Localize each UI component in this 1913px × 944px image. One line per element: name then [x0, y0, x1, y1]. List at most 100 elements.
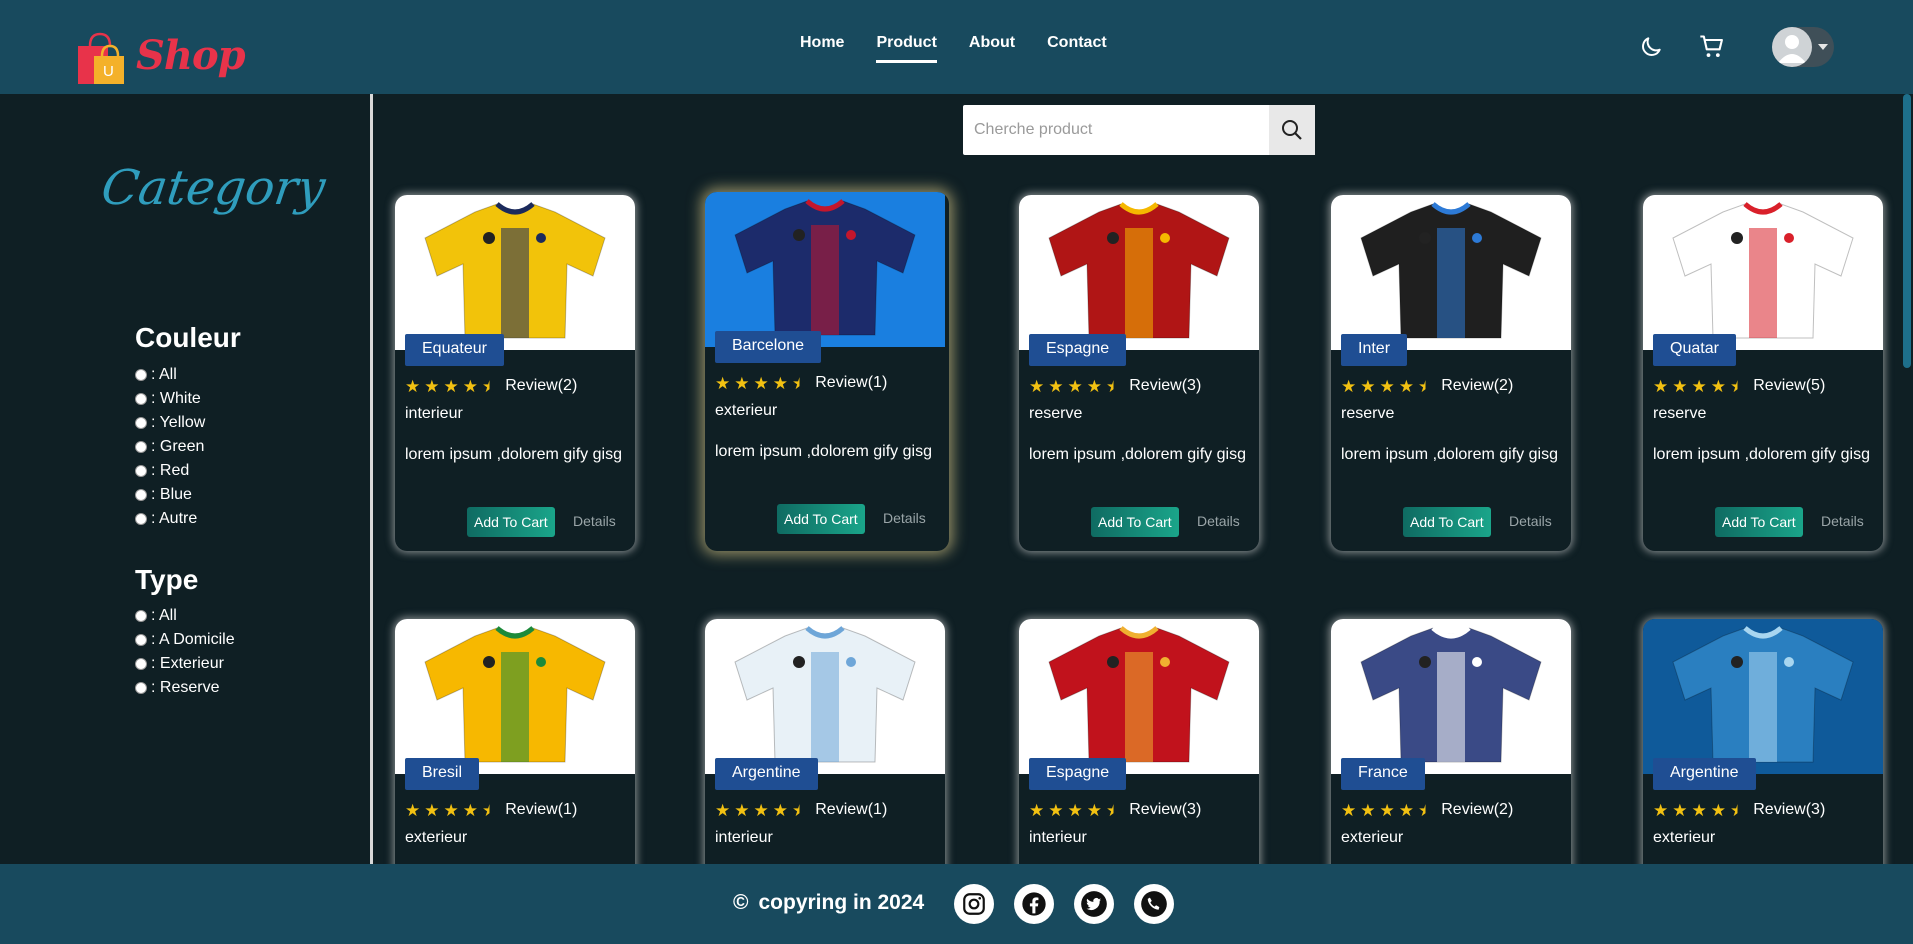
add-to-cart-button[interactable]: Add To Cart: [777, 504, 865, 534]
product-card[interactable]: Quatar ★ ★ ★ ★ ★ Review(5) reserve lorem…: [1643, 195, 1883, 551]
half-star-icon: ★: [1106, 800, 1122, 820]
product-description: lorem ipsum ,dolorem gify gisg: [715, 443, 932, 460]
couleur-option-autre[interactable]: : Autre: [135, 510, 197, 528]
nav-home[interactable]: Home: [800, 30, 844, 63]
product-image[interactable]: [1019, 619, 1259, 774]
radio-button[interactable]: [135, 369, 147, 381]
type-option-exterieur[interactable]: : Exterieur: [135, 655, 224, 673]
radio-button[interactable]: [135, 682, 147, 694]
radio-button[interactable]: [135, 465, 147, 477]
nav-about[interactable]: About: [969, 30, 1015, 63]
product-type: reserve: [1029, 405, 1083, 422]
star-icon: ★: [1086, 800, 1102, 820]
shopping-bag-icon: U: [78, 32, 124, 84]
couleur-option-all[interactable]: : All: [135, 366, 177, 384]
moon-icon[interactable]: [1634, 30, 1668, 64]
product-type: exterieur: [405, 829, 468, 846]
radio-button[interactable]: [135, 610, 147, 622]
add-to-cart-button[interactable]: Add To Cart: [467, 507, 555, 537]
product-card[interactable]: Espagne ★ ★ ★ ★ ★ Review(3) reserve lore…: [1019, 195, 1259, 551]
half-star-icon: ★: [1418, 800, 1434, 820]
logo-letter: U: [103, 63, 114, 80]
star-icon: ★: [424, 376, 440, 396]
product-image[interactable]: [1331, 619, 1571, 774]
product-image[interactable]: [1019, 195, 1259, 350]
half-star-icon: ★: [1106, 376, 1122, 396]
facebook-icon[interactable]: [1014, 884, 1054, 924]
rating: ★ ★ ★ ★ ★ Review(1): [715, 374, 887, 392]
team-badge: Quatar: [1653, 334, 1736, 366]
product-image[interactable]: [1643, 195, 1883, 350]
search-bar: [963, 105, 1315, 155]
star-icon: ★: [753, 800, 769, 820]
product-card[interactable]: Inter ★ ★ ★ ★ ★ Review(2) reserve lorem …: [1331, 195, 1571, 551]
team-badge: Argentine: [715, 758, 818, 790]
radio-button[interactable]: [135, 489, 147, 501]
search-input[interactable]: [963, 105, 1268, 155]
couleur-option-blue[interactable]: : Blue: [135, 486, 192, 504]
star-icon: ★: [1653, 376, 1669, 396]
star-icon: ★: [715, 373, 731, 393]
radio-button[interactable]: [135, 417, 147, 429]
couleur-option-yellow[interactable]: : Yellow: [135, 414, 205, 432]
details-link[interactable]: Details: [1509, 513, 1552, 529]
product-image[interactable]: [705, 619, 945, 774]
couleur-option-red[interactable]: : Red: [135, 462, 189, 480]
product-type: reserve: [1653, 405, 1707, 422]
product-image[interactable]: [1331, 195, 1571, 350]
radio-button[interactable]: [135, 513, 147, 525]
search-button[interactable]: [1269, 105, 1315, 155]
twitter-icon[interactable]: [1074, 884, 1114, 924]
type-option-domicile[interactable]: : A Domicile: [135, 631, 235, 649]
nav-product[interactable]: Product: [876, 30, 937, 63]
instagram-icon[interactable]: [954, 884, 994, 924]
couleur-title: Couleur: [135, 322, 241, 353]
scrollbar[interactable]: [1900, 94, 1913, 864]
product-card[interactable]: Equateur ★ ★ ★ ★ ★ Review(2) interieur l…: [395, 195, 635, 551]
nav-contact[interactable]: Contact: [1047, 30, 1107, 63]
jersey-icon: [1360, 201, 1542, 338]
star-icon: ★: [405, 800, 421, 820]
details-link[interactable]: Details: [1197, 513, 1240, 529]
couleur-option-green[interactable]: : Green: [135, 438, 204, 456]
radio-button[interactable]: [135, 441, 147, 453]
rating: ★ ★ ★ ★ ★ Review(3): [1029, 801, 1201, 819]
cart-icon[interactable]: [1695, 30, 1729, 64]
product-image[interactable]: [395, 619, 635, 774]
product-description: lorem ipsum ,dolorem gify gisg: [1653, 446, 1870, 463]
product-type: reserve: [1341, 405, 1395, 422]
type-option-all[interactable]: : All: [135, 607, 177, 625]
star-icon: ★: [772, 800, 788, 820]
logo[interactable]: U Shop: [74, 18, 246, 92]
radio-button[interactable]: [135, 393, 147, 405]
couleur-option-white[interactable]: : White: [135, 390, 201, 408]
add-to-cart-button[interactable]: Add To Cart: [1403, 507, 1491, 537]
product-card[interactable]: Barcelone ★ ★ ★ ★ ★ Review(1) exterieur …: [705, 192, 949, 551]
copyright-icon: ©: [733, 891, 749, 914]
star-icon: ★: [462, 376, 478, 396]
add-to-cart-button[interactable]: Add To Cart: [1715, 507, 1803, 537]
main-nav: Home Product About Contact: [800, 30, 1139, 63]
footer: © copyring in 2024: [0, 864, 1913, 944]
type-option-reserve[interactable]: : Reserve: [135, 679, 219, 697]
radio-button[interactable]: [135, 634, 147, 646]
product-image[interactable]: [1643, 619, 1883, 774]
add-to-cart-button[interactable]: Add To Cart: [1091, 507, 1179, 537]
user-menu[interactable]: [1772, 27, 1834, 67]
star-icon: ★: [1691, 800, 1707, 820]
phone-icon[interactable]: [1134, 884, 1174, 924]
jersey-icon: [424, 625, 606, 762]
star-icon: ★: [1379, 800, 1395, 820]
product-image[interactable]: [395, 195, 635, 350]
jersey-icon: [424, 201, 606, 338]
product-type: interieur: [715, 829, 773, 846]
product-image[interactable]: [705, 192, 945, 347]
rating: ★ ★ ★ ★ ★ Review(1): [715, 801, 887, 819]
details-link[interactable]: Details: [883, 510, 926, 526]
review-count: Review(2): [1441, 377, 1514, 394]
details-link[interactable]: Details: [573, 513, 616, 529]
scroll-thumb[interactable]: [1903, 94, 1911, 368]
star-icon: ★: [1029, 376, 1045, 396]
details-link[interactable]: Details: [1821, 513, 1864, 529]
radio-button[interactable]: [135, 658, 147, 670]
